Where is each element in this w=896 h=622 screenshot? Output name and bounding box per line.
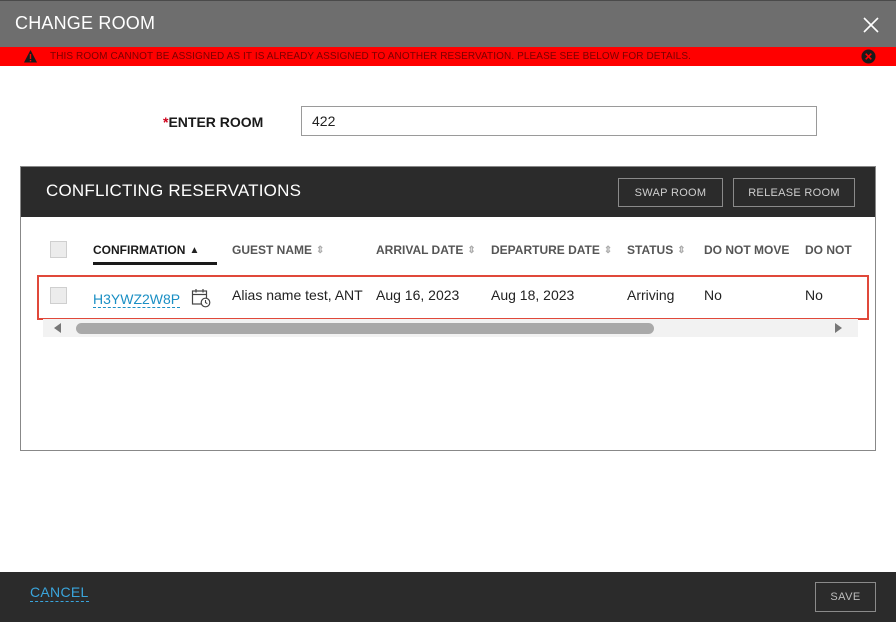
scroll-right-icon[interactable] bbox=[835, 323, 842, 333]
column-header-guest-name-label: GUEST NAME bbox=[232, 243, 313, 257]
calendar-clock-icon[interactable] bbox=[191, 288, 211, 308]
release-room-button[interactable]: RELEASE ROOM bbox=[733, 178, 855, 207]
horizontal-scrollbar[interactable] bbox=[43, 319, 858, 337]
warning-icon bbox=[24, 50, 37, 63]
enter-room-label-text: ENTER ROOM bbox=[168, 114, 264, 130]
column-header-do-not-move-label: DO NOT MOVE bbox=[704, 243, 790, 257]
row-checkbox[interactable] bbox=[50, 287, 67, 304]
sort-icon: ⇕ bbox=[677, 245, 686, 256]
select-all-checkbox[interactable] bbox=[50, 241, 67, 258]
conflicting-reservations-panel: CONFLICTING RESERVATIONS SWAP ROOM RELEA… bbox=[20, 166, 876, 451]
column-header-confirmation-label: CONFIRMATION bbox=[93, 243, 186, 257]
room-number-input[interactable] bbox=[301, 106, 817, 136]
enter-room-label: *ENTER ROOM bbox=[163, 114, 263, 130]
dialog-header: CHANGE ROOM bbox=[0, 0, 896, 47]
close-icon[interactable] bbox=[862, 16, 880, 34]
guest-name-cell: Alias name test, ANT bbox=[232, 287, 363, 303]
swap-room-button[interactable]: SWAP ROOM bbox=[618, 178, 723, 207]
change-room-dialog: CHANGE ROOM THIS ROOM CANNOT BE ASSIGNED… bbox=[0, 0, 896, 622]
column-header-do-not[interactable]: DO NOT bbox=[805, 243, 852, 257]
column-header-status[interactable]: STATUS ⇕ bbox=[627, 243, 686, 257]
column-header-do-not-label: DO NOT bbox=[805, 243, 852, 257]
confirmation-number-link[interactable]: H3YWZ2W8P bbox=[93, 291, 181, 308]
arrival-date-cell: Aug 16, 2023 bbox=[376, 287, 460, 303]
error-banner: THIS ROOM CANNOT BE ASSIGNED AS IT IS AL… bbox=[0, 47, 896, 66]
column-header-guest-name[interactable]: GUEST NAME ⇕ bbox=[232, 243, 324, 257]
error-message: THIS ROOM CANNOT BE ASSIGNED AS IT IS AL… bbox=[50, 51, 691, 62]
panel-title: CONFLICTING RESERVATIONS bbox=[46, 181, 302, 200]
sort-ascending-icon: ▲ bbox=[189, 245, 200, 256]
column-header-arrival-date[interactable]: ARRIVAL DATE ⇕ bbox=[376, 243, 476, 257]
status-cell: Arriving bbox=[627, 287, 675, 303]
sort-icon: ⇕ bbox=[603, 245, 613, 256]
column-header-confirmation[interactable]: CONFIRMATION ▲ bbox=[93, 243, 199, 257]
column-header-departure-date-label: DEPARTURE DATE bbox=[491, 243, 600, 257]
column-header-status-label: STATUS bbox=[627, 243, 674, 257]
scroll-left-icon[interactable] bbox=[54, 323, 61, 333]
dialog-footer: CANCEL SAVE bbox=[0, 572, 896, 622]
sort-icon: ⇕ bbox=[316, 245, 325, 256]
close-circle-icon[interactable] bbox=[861, 49, 876, 64]
active-sort-underline bbox=[93, 262, 217, 265]
departure-date-cell: Aug 18, 2023 bbox=[491, 287, 575, 303]
column-header-departure-date[interactable]: DEPARTURE DATE ⇕ bbox=[491, 243, 612, 257]
panel-header: CONFLICTING RESERVATIONS SWAP ROOM RELEA… bbox=[21, 167, 875, 217]
dialog-title: CHANGE ROOM bbox=[15, 13, 156, 33]
sort-icon: ⇕ bbox=[467, 245, 476, 256]
do-not-move-cell: No bbox=[704, 287, 722, 303]
cancel-button[interactable]: CANCEL bbox=[30, 584, 89, 602]
column-header-arrival-date-label: ARRIVAL DATE bbox=[376, 243, 464, 257]
scrollbar-thumb[interactable] bbox=[76, 323, 654, 334]
column-header-do-not-move[interactable]: DO NOT MOVE bbox=[704, 243, 789, 257]
save-button[interactable]: SAVE bbox=[815, 582, 876, 612]
do-not-cell: No bbox=[805, 287, 823, 303]
